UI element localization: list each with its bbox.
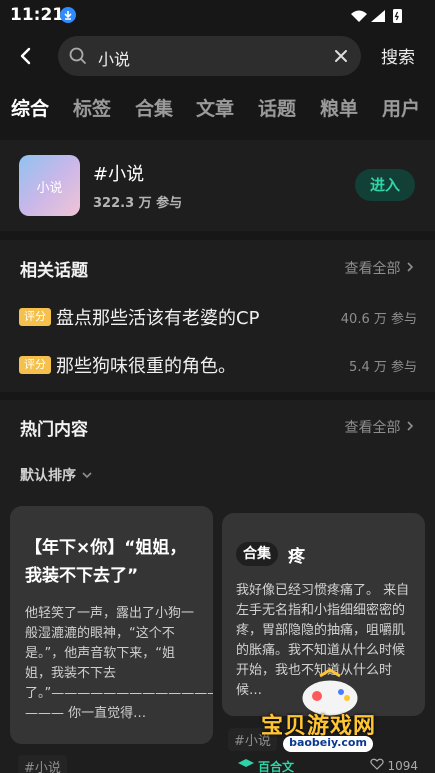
card-excerpt: 他轻笑了一声，露出了小狗一般湿漉漉的眼神，“这个不是。”，他声音软下来，“姐姐，…	[25, 606, 213, 721]
topic-card[interactable]: 小说 #小说 322.3 万 参与 进入	[0, 140, 435, 231]
category-tabs: 综合 标签 合集 文章 话题 粮单 用户	[0, 90, 435, 124]
layers-icon	[238, 759, 254, 767]
wifi-icon	[351, 10, 367, 22]
related-topic-title: 盘点那些活该有老婆的CP	[56, 308, 260, 329]
chevron-right-icon	[407, 421, 414, 431]
related-topic-title: 那些狗味很重的角色。	[56, 356, 236, 377]
related-see-all-link[interactable]: 查看全部	[345, 258, 415, 278]
chevron-right-icon	[407, 262, 414, 272]
tab-collections[interactable]: 合集	[135, 94, 173, 121]
content-card[interactable]: 【年下×你】“姐姐，我装不下去了” 他轻笑了一声，露出了小狗一般湿漉漉的眼神，“…	[10, 506, 213, 744]
chevron-down-icon	[82, 472, 92, 479]
see-all-label: 查看全部	[344, 420, 401, 436]
search-input[interactable]: 小说	[98, 46, 130, 70]
card-footer: 百合文 1094	[228, 758, 418, 773]
card-hashtag[interactable]: #小说	[18, 755, 67, 773]
card-title: 疼	[288, 547, 305, 567]
like-count[interactable]: 1094	[369, 758, 418, 773]
score-badge: 评分	[19, 308, 51, 326]
sort-dropdown[interactable]: 默认排序	[20, 465, 93, 485]
hot-content-title: 热门内容	[20, 420, 88, 440]
tab-users[interactable]: 用户	[382, 94, 420, 121]
status-time: 11:21	[10, 5, 65, 25]
related-topic-item[interactable]: 评分 那些狗味很重的角色。 5.4 万 参与	[19, 352, 417, 378]
back-icon[interactable]	[12, 42, 40, 70]
related-topics-title: 相关话题	[20, 261, 88, 281]
see-all-label: 查看全部	[344, 261, 401, 277]
card-title: 【年下×你】“姐姐，我装不下去了”	[25, 538, 187, 586]
watermark: 宝贝游戏网 baobeiy.com	[257, 668, 407, 760]
related-topics-section: 相关话题 查看全部 评分 盘点那些活该有老婆的CP 40.6 万 参与 评分 那…	[0, 240, 435, 392]
tab-tags[interactable]: 标签	[73, 94, 111, 121]
related-topic-item[interactable]: 评分 盘点那些活该有老婆的CP 40.6 万 参与	[19, 304, 417, 330]
topic-name: #小说	[93, 164, 145, 185]
download-icon	[60, 7, 76, 23]
search-icon	[68, 46, 88, 66]
related-topic-count: 40.6 万 参与	[340, 312, 417, 327]
like-count-value: 1094	[387, 759, 418, 773]
enter-button[interactable]: 进入	[355, 169, 415, 201]
tab-articles[interactable]: 文章	[196, 94, 234, 121]
search-button[interactable]: 搜索	[381, 43, 415, 68]
hot-see-all-link[interactable]: 查看全部	[345, 417, 415, 437]
status-bar: 11:21	[0, 0, 435, 30]
tab-lists[interactable]: 粮单	[320, 94, 358, 121]
card-category: 百合文	[258, 760, 295, 773]
collection-tag: 合集	[236, 542, 278, 566]
watermark-url: baobeiy.com	[283, 736, 373, 752]
score-badge: 评分	[19, 356, 51, 374]
topic-thumbnail-label: 小说	[36, 181, 63, 196]
status-icons	[351, 9, 402, 23]
clear-icon[interactable]	[333, 48, 349, 64]
tab-topics[interactable]: 话题	[258, 94, 296, 121]
search-box[interactable]: 小说	[58, 36, 361, 76]
topic-thumbnail: 小说	[19, 155, 80, 216]
search-row: 小说 搜索	[0, 34, 435, 78]
topic-participants: 322.3 万 参与	[93, 196, 183, 211]
signal-icon	[371, 10, 385, 22]
tab-all[interactable]: 综合	[11, 94, 49, 121]
sort-label: 默认排序	[20, 468, 76, 484]
related-topic-count: 5.4 万 参与	[349, 360, 417, 375]
